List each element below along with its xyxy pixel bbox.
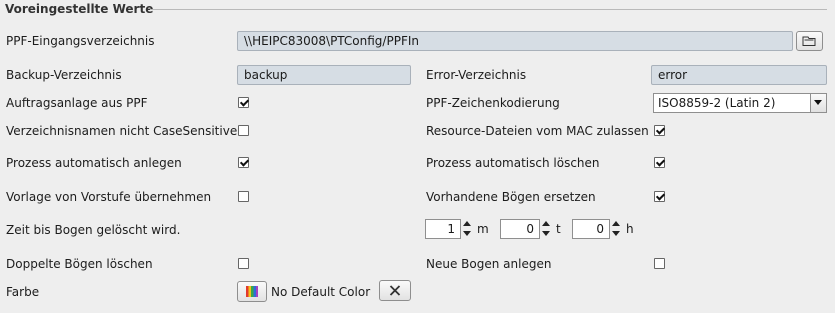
error-dir-label: Error-Verzeichnis xyxy=(426,68,527,82)
clear-color-button[interactable] xyxy=(379,280,411,301)
arrow-up-icon[interactable] xyxy=(612,221,620,226)
order-creation-checkbox[interactable] xyxy=(238,97,249,108)
chevron-down-icon[interactable] xyxy=(810,94,826,112)
delete-duplicates-checkbox[interactable] xyxy=(238,258,249,269)
template-prepress-checkbox[interactable] xyxy=(238,191,249,202)
arrow-up-icon[interactable] xyxy=(463,221,471,226)
arrow-up-icon[interactable] xyxy=(542,221,550,226)
auto-delete-label: Prozess automatisch löschen xyxy=(426,156,600,170)
hours-spinner[interactable]: 0 xyxy=(572,219,610,239)
auto-delete-checkbox[interactable] xyxy=(654,157,665,168)
input-dir-field[interactable]: \\HEIPC83008\PTConfig/PPFIn xyxy=(237,31,793,51)
arrow-down-icon[interactable] xyxy=(542,231,550,236)
backup-dir-label: Backup-Verzeichnis xyxy=(6,68,122,82)
folder-browse-icon xyxy=(802,36,816,46)
color-label: Farbe xyxy=(6,285,40,299)
input-dir-label: PPF-Eingangsverzeichnis xyxy=(6,34,155,48)
close-icon xyxy=(389,285,401,296)
days-spinner-arrows[interactable] xyxy=(542,219,551,239)
char-encoding-label: PPF-Zeichenkodierung xyxy=(426,96,560,110)
arrow-down-icon[interactable] xyxy=(612,231,620,236)
delete-time-label: Zeit bis Bogen gelöscht wird. xyxy=(6,223,181,237)
months-unit: m xyxy=(477,222,489,236)
section-divider xyxy=(150,9,827,10)
color-value: No Default Color xyxy=(271,285,371,299)
arrow-down-icon[interactable] xyxy=(463,231,471,236)
char-encoding-value: ISO8859-2 (Latin 2) xyxy=(658,96,776,110)
days-unit: t xyxy=(556,222,561,236)
months-spinner-arrows[interactable] xyxy=(463,219,472,239)
section-title: Voreingestellte Werte xyxy=(5,2,160,16)
days-spinner[interactable]: 0 xyxy=(500,219,540,239)
char-encoding-select[interactable]: ISO8859-2 (Latin 2) xyxy=(653,93,827,113)
hours-spinner-arrows[interactable] xyxy=(612,219,621,239)
mac-resource-checkbox[interactable] xyxy=(654,125,665,136)
replace-sheets-checkbox[interactable] xyxy=(654,191,665,202)
new-sheet-label: Neue Bogen anlegen xyxy=(426,257,552,271)
replace-sheets-label: Vorhandene Bögen ersetzen xyxy=(426,190,596,204)
new-sheet-checkbox[interactable] xyxy=(654,258,665,269)
hours-unit: h xyxy=(626,222,634,236)
case-sensitive-checkbox[interactable] xyxy=(238,125,249,136)
case-sensitive-label: Verzeichnisnamen nicht CaseSensitive xyxy=(6,124,238,138)
backup-dir-field[interactable]: backup xyxy=(237,65,411,85)
months-spinner[interactable]: 1 xyxy=(425,219,461,239)
mac-resource-label: Resource-Dateien vom MAC zulassen xyxy=(426,124,649,138)
order-creation-label: Auftragsanlage aus PPF xyxy=(6,96,148,110)
color-palette-icon xyxy=(246,286,258,297)
template-prepress-label: Vorlage von Vorstufe übernehmen xyxy=(6,190,212,204)
color-picker-button[interactable] xyxy=(237,281,267,302)
auto-create-checkbox[interactable] xyxy=(238,157,249,168)
auto-create-label: Prozess automatisch anlegen xyxy=(6,156,182,170)
error-dir-field[interactable]: error xyxy=(651,65,827,85)
browse-button[interactable] xyxy=(796,31,823,51)
delete-duplicates-label: Doppelte Bögen löschen xyxy=(6,257,153,271)
